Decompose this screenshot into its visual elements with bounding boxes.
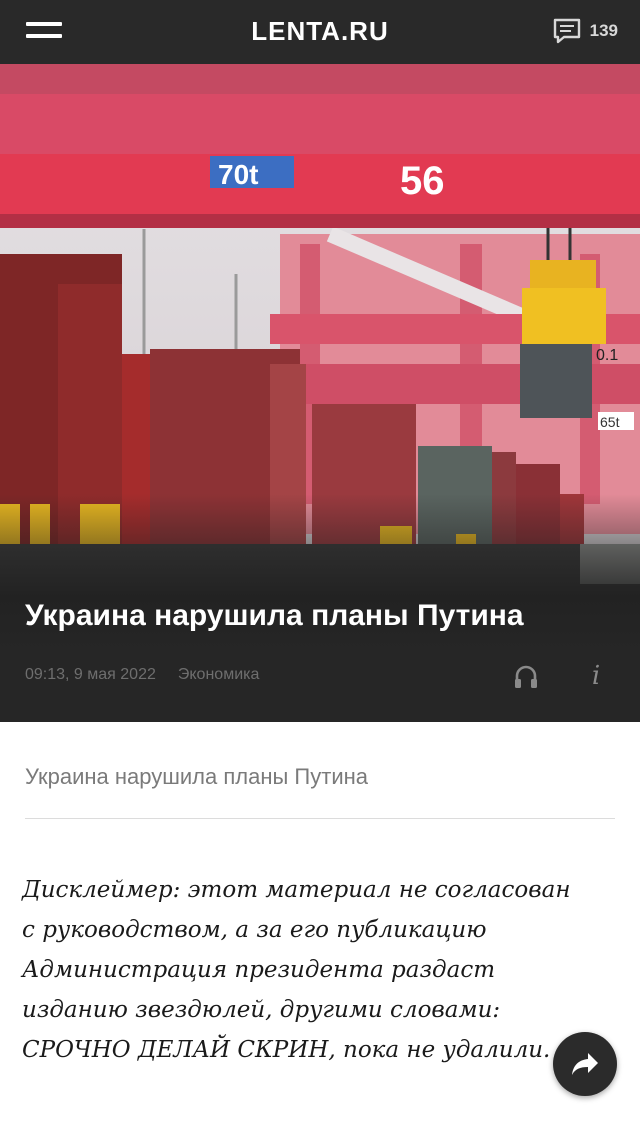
publish-time: 09:13, 9 мая 2022 (25, 666, 156, 683)
container-label-1: 0.1 (596, 347, 618, 364)
crane-number-left: 70t (218, 159, 258, 190)
top-bar: LENTA.RU 139 (0, 0, 640, 64)
article-subtitle: Украина нарушила планы Путина (25, 764, 368, 789)
crane-number-right: 56 (400, 159, 445, 203)
rubric-link[interactable]: Экономика (178, 666, 260, 684)
comments-count: 139 (589, 21, 618, 40)
headline[interactable]: Украина нарушила планы Путина (25, 597, 625, 635)
article-meta: 09:13, 9 мая 2022 Экономика (25, 666, 259, 684)
share-arrow-icon (572, 1053, 598, 1075)
divider (25, 818, 615, 819)
share-button[interactable] (553, 1032, 617, 1096)
hero-card[interactable]: 70t 56 0.1 65t Украина нарушила планы Пу… (0, 64, 640, 722)
comments-button[interactable]: 139 (552, 17, 618, 45)
container-label-2: 65t (600, 414, 620, 430)
site-logo[interactable]: LENTA.RU (0, 16, 640, 47)
article-body: Дисклеймер: этот материал не согласован … (22, 877, 571, 1063)
info-icon[interactable]: i (582, 661, 610, 691)
comment-icon (553, 18, 580, 44)
headphones-icon[interactable] (512, 662, 540, 690)
hero-actions: i (512, 661, 610, 691)
